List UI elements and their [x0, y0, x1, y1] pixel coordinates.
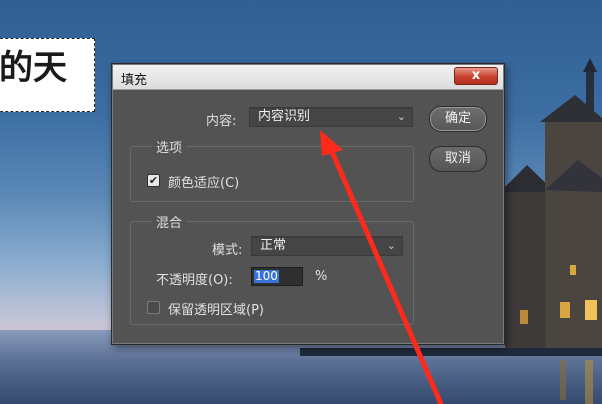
opacity-unit: %	[315, 269, 328, 284]
fill-dialog: 填充 x 内容: 内容识别 ⌄ 选项 ✔ 颜色适应(C) 混合 模式: 正常 ⌄…	[111, 63, 505, 345]
cancel-button[interactable]: 取消	[429, 146, 487, 172]
color-adaptation-label: 颜色适应(C)	[168, 176, 240, 191]
mode-label: 模式:	[212, 243, 243, 258]
opacity-value: 100	[254, 269, 279, 283]
dialog-body: 内容: 内容识别 ⌄ 选项 ✔ 颜色适应(C) 混合 模式: 正常 ⌄ 不透明度…	[118, 94, 498, 340]
check-icon: ✔	[148, 174, 159, 187]
preserve-transparency-label: 保留透明区域(P)	[168, 303, 264, 318]
contents-label: 内容:	[206, 114, 237, 129]
color-adaptation-checkbox[interactable]: ✔	[147, 174, 160, 187]
dialog-title: 填充	[121, 73, 148, 88]
mode-select-value: 正常	[260, 238, 287, 253]
ok-button[interactable]: 确定	[429, 106, 487, 132]
opacity-input[interactable]: 100	[251, 267, 303, 286]
close-icon: x	[471, 68, 481, 83]
contents-select[interactable]: 内容识别 ⌄	[249, 107, 413, 127]
marquee-text: 的天	[0, 48, 67, 88]
chevron-down-icon: ⌄	[396, 110, 406, 123]
dialog-titlebar[interactable]: 填充 x	[113, 65, 503, 90]
blending-group-title: 混合	[152, 212, 187, 231]
preserve-transparency-checkbox[interactable]	[147, 301, 160, 314]
mode-select[interactable]: 正常 ⌄	[251, 236, 403, 256]
contents-select-value: 内容识别	[258, 109, 311, 124]
opacity-label: 不透明度(O):	[156, 273, 233, 288]
close-button[interactable]: x	[454, 67, 498, 85]
options-group-title: 选项	[152, 137, 187, 156]
chevron-down-icon: ⌄	[386, 239, 396, 252]
selection-marquee: 的天	[0, 38, 95, 112]
